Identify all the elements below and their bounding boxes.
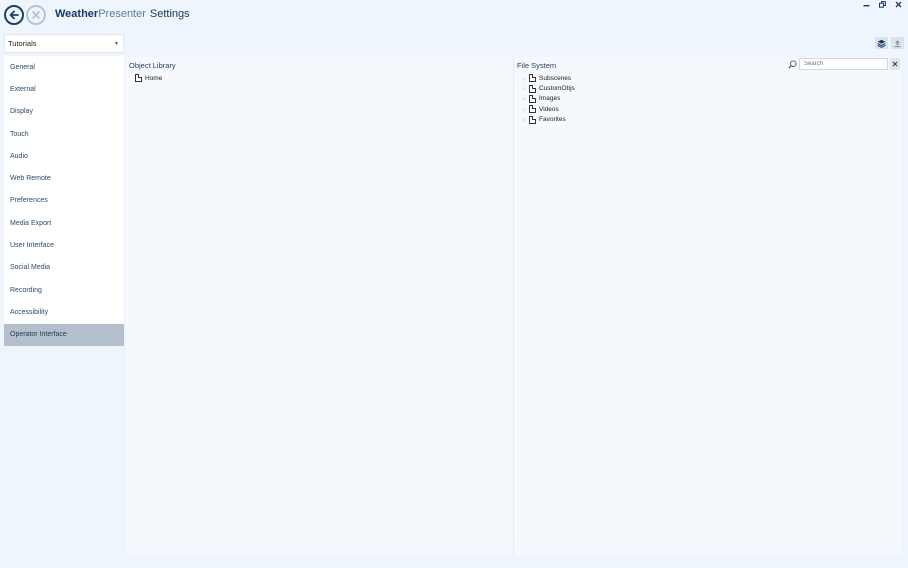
sidebar-item-user-interface[interactable]: User Interface xyxy=(4,234,124,256)
file-system-pane: File System ▷Subscenes▷CustomObjs▷Images… xyxy=(514,57,902,555)
sidebar-item-general[interactable]: General xyxy=(4,56,124,78)
minimize-icon xyxy=(863,4,869,6)
sidebar-item-recording[interactable]: Recording xyxy=(4,279,124,301)
tree-item-label: Subscenes xyxy=(539,74,572,82)
document-icon xyxy=(529,105,536,114)
settings-sidebar: Tutorials ▼ General External Display Touch A… xyxy=(4,34,124,346)
tree-item-label: CustomObjs xyxy=(539,85,575,93)
tree-item-label: Videos xyxy=(539,105,559,113)
restore-button[interactable] xyxy=(878,0,886,8)
sidebar-item-preferences[interactable]: Preferences xyxy=(4,190,124,212)
sidebar-item-label: Recording xyxy=(10,286,42,294)
object-library-pane: Object Library Home xyxy=(126,57,514,555)
close-icon xyxy=(895,1,901,7)
sidebar-item-accessibility[interactable]: Accessibility xyxy=(4,301,124,323)
search-icon xyxy=(787,59,797,69)
profile-dropdown[interactable]: Tutorials ▼ xyxy=(4,34,124,53)
sidebar-item-display[interactable]: Display xyxy=(4,101,124,123)
sidebar-item-label: Social Media xyxy=(10,264,51,272)
document-icon xyxy=(529,94,536,103)
object-library-header: Object Library xyxy=(129,60,176,70)
brand-name-light: Presenter xyxy=(98,8,146,20)
search-input[interactable] xyxy=(799,58,888,70)
settings-nav-list: General External Display Touch Audio Web Remo… xyxy=(4,56,124,346)
sidebar-item-web-remote[interactable]: Web Remote xyxy=(4,167,124,189)
document-icon xyxy=(529,84,536,93)
tree-item[interactable]: ▷ Videos xyxy=(523,104,902,114)
layers-button[interactable] xyxy=(875,37,888,49)
window-controls xyxy=(862,0,902,8)
sidebar-item-label: Preferences xyxy=(10,197,48,205)
content-area: Object Library Home File System ▷Subscen… xyxy=(126,57,902,555)
upload-button[interactable] xyxy=(891,37,904,49)
tree-item[interactable]: Home xyxy=(135,73,513,83)
clear-icon xyxy=(892,61,898,67)
profile-dropdown-value: Tutorials xyxy=(8,39,37,48)
sidebar-item-label: User Interface xyxy=(10,242,54,250)
minimize-button[interactable] xyxy=(862,0,870,8)
sidebar-item-label: Web Remote xyxy=(10,175,51,183)
tree-item[interactable]: ▷ Favorites xyxy=(523,115,902,125)
sidebar-item-media-export[interactable]: Media Export xyxy=(4,212,124,234)
document-icon xyxy=(529,115,536,124)
chevron-down-icon: ▼ xyxy=(114,40,119,47)
restore-icon xyxy=(878,0,886,8)
toolbar-icons xyxy=(875,37,904,49)
sidebar-item-label: External xyxy=(10,85,36,93)
tree-item[interactable]: ▷ Images xyxy=(523,94,902,104)
tree-item-label: Home xyxy=(145,74,163,82)
sidebar-item-label: Accessibility xyxy=(10,308,49,316)
tree-item[interactable]: ▷ Subscenes xyxy=(523,73,902,83)
sidebar-item-audio[interactable]: Audio xyxy=(4,145,124,167)
search-clear-button[interactable] xyxy=(890,58,900,70)
upload-icon xyxy=(894,39,901,47)
sidebar-item-touch[interactable]: Touch xyxy=(4,123,124,145)
sidebar-item-label: Audio xyxy=(10,152,28,160)
app-title: WeatherPresenter Settings xyxy=(55,8,190,20)
sidebar-item-label: General xyxy=(10,63,35,71)
sidebar-item-external[interactable]: External xyxy=(4,78,124,100)
close-x-icon xyxy=(32,11,40,19)
tree-item[interactable]: ▷ CustomObjs xyxy=(523,83,902,93)
sidebar-item-social-media[interactable]: Social Media xyxy=(4,257,124,279)
title-bar: WeatherPresenter Settings xyxy=(0,0,908,30)
settings-window: WeatherPresenter Settings Tutorials ▼ Gen… xyxy=(0,0,908,568)
sidebar-item-label: Display xyxy=(10,108,33,116)
sidebar-item-label: Touch xyxy=(10,130,29,138)
back-button[interactable] xyxy=(4,5,24,25)
search-box xyxy=(787,58,900,70)
document-icon xyxy=(135,74,142,83)
window-close-button[interactable] xyxy=(894,0,902,8)
sidebar-item-label: Media Export xyxy=(10,219,52,227)
sidebar-item-label: Operator Interface xyxy=(10,331,67,339)
back-arrow-icon xyxy=(9,10,19,20)
file-system-tree: ▷ Subscenes ▷ CustomObjs ▷ Images ▷ Videos ▷ Favo… xyxy=(514,73,902,125)
object-library-tree: Home xyxy=(126,73,513,83)
document-icon xyxy=(529,74,536,83)
tree-item-label: Images xyxy=(539,95,561,103)
page-title: Settings xyxy=(149,8,190,20)
tree-item-label: Favorites xyxy=(539,116,566,124)
layers-icon xyxy=(877,39,886,48)
sidebar-item-operator-interface[interactable]: Operator Interface xyxy=(4,323,124,346)
brand-name-bold: Weather xyxy=(55,8,99,20)
cancel-button[interactable] xyxy=(26,5,46,25)
